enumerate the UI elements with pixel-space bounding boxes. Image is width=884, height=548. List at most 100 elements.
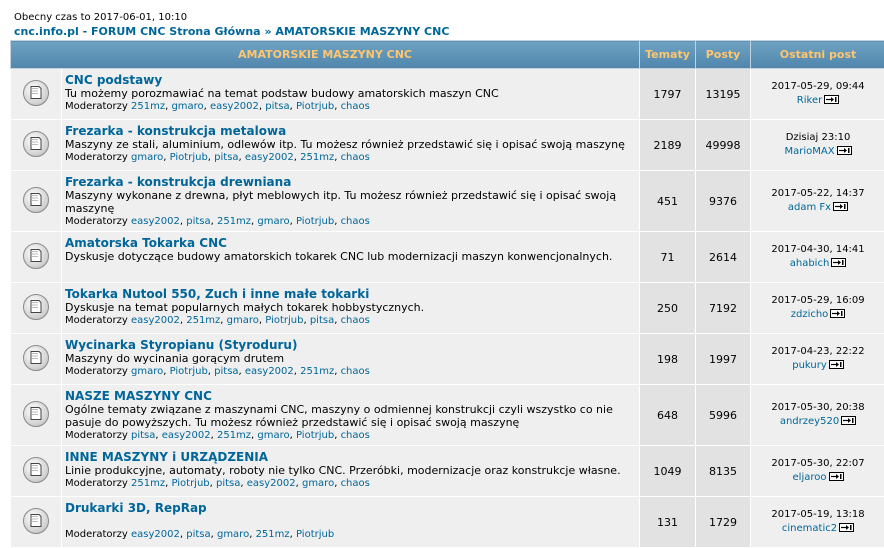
forum-folder-icon — [23, 187, 49, 213]
topics-count: 198 — [640, 334, 696, 385]
moderator-link[interactable]: chaos — [341, 101, 370, 112]
moderator-link[interactable]: easy2002 — [245, 366, 294, 377]
moderator-link[interactable]: gmaro — [227, 315, 259, 326]
last-post-user-link[interactable]: pukury — [792, 360, 827, 371]
breadcrumb-site-link[interactable]: cnc.info.pl - FORUM CNC Strona Główna — [14, 25, 261, 38]
topics-count: 2189 — [640, 120, 696, 171]
moderator-link[interactable]: pitsa — [186, 529, 210, 540]
last-post-user-link[interactable]: eljaroo — [793, 472, 827, 483]
moderator-link[interactable]: 251mz — [186, 315, 220, 326]
forum-description: Ogólne tematy związane z maszynami CNC, … — [65, 403, 636, 429]
table-header-row: AMATORSKIE MASZYNY CNC Tematy Posty Osta… — [11, 41, 884, 69]
moderator-link[interactable]: gmaro — [217, 529, 249, 540]
moderator-link[interactable]: gmaro — [131, 152, 163, 163]
breadcrumb-current-link[interactable]: AMATORSKIE MASZYNY CNC — [275, 25, 449, 38]
col-forum-header: AMATORSKIE MASZYNY CNC — [11, 41, 640, 69]
moderator-link[interactable]: easy2002 — [131, 315, 180, 326]
moderator-link[interactable]: Piotrjub — [296, 529, 334, 540]
moderator-link[interactable]: pitsa — [216, 478, 240, 489]
moderator-link[interactable]: Piotrjub — [171, 478, 209, 489]
moderator-link[interactable]: Piotrjub — [265, 315, 303, 326]
go-to-last-post-icon[interactable] — [837, 146, 852, 155]
moderator-link[interactable]: chaos — [341, 478, 370, 489]
moderator-link[interactable]: gmaro — [302, 478, 334, 489]
moderators-line: Moderatorzy gmaro, Piotrjub, pitsa, easy… — [65, 365, 636, 378]
moderator-link[interactable]: 251mz — [217, 216, 251, 227]
moderator-link[interactable]: pitsa — [131, 430, 155, 441]
last-post-date: 2017-04-23, 22:22 — [751, 345, 884, 359]
moderator-link[interactable]: easy2002 — [247, 478, 296, 489]
moderator-link[interactable]: Piotrjub — [296, 430, 334, 441]
moderator-link[interactable]: 251mz — [300, 366, 334, 377]
moderator-link[interactable]: chaos — [341, 366, 370, 377]
page-header: Obecny czas to 2017-06-01, 10:10 cnc.inf… — [14, 11, 449, 38]
moderator-link[interactable]: chaos — [341, 152, 370, 163]
moderator-link[interactable]: pitsa — [310, 315, 334, 326]
moderator-link[interactable]: easy2002 — [210, 101, 259, 112]
forum-name-link[interactable]: Frezarka - konstrukcja drewniana — [65, 175, 636, 189]
last-post-user-link[interactable]: andrzey520 — [780, 416, 839, 427]
forum-name-link[interactable]: CNC podstawy — [65, 73, 636, 87]
last-post-cell: 2017-05-30, 22:07eljaroo — [751, 446, 884, 497]
moderator-link[interactable]: chaos — [341, 430, 370, 441]
go-to-last-post-icon[interactable] — [841, 416, 856, 425]
forum-info-cell: NASZE MASZYNY CNCOgólne tematy związane … — [62, 385, 640, 446]
forum-name-link[interactable]: Amatorska Tokarka CNC — [65, 236, 636, 250]
moderator-link[interactable]: Piotrjub — [296, 216, 334, 227]
go-to-last-post-icon[interactable] — [831, 258, 846, 267]
moderator-link[interactable]: pitsa — [214, 152, 238, 163]
moderator-link[interactable]: gmaro — [131, 366, 163, 377]
forum-icon-cell — [11, 385, 62, 446]
forum-info-cell: INNE MASZYNY i URZĄDZENIALinie produkcyj… — [62, 446, 640, 497]
last-post-cell: 2017-05-30, 20:38andrzey520 — [751, 385, 884, 446]
forum-name-link[interactable]: NASZE MASZYNY CNC — [65, 389, 636, 403]
last-post-user-link[interactable]: Riker — [797, 95, 822, 106]
moderator-link[interactable]: Piotrjub — [170, 152, 208, 163]
last-post-user-link[interactable]: MarioMAX — [784, 146, 834, 157]
moderator-link[interactable]: 251mz — [300, 152, 334, 163]
forum-name-link[interactable]: Frezarka - konstrukcja metalowa — [65, 124, 636, 138]
moderator-link[interactable]: gmaro — [171, 101, 203, 112]
moderator-link[interactable]: gmaro — [257, 216, 289, 227]
moderator-link[interactable]: 251mz — [131, 101, 165, 112]
forum-folder-icon — [23, 243, 49, 269]
moderator-link[interactable]: 251mz — [256, 529, 290, 540]
moderator-link[interactable]: 251mz — [131, 478, 165, 489]
go-to-last-post-icon[interactable] — [833, 202, 848, 211]
last-post-user-link[interactable]: ahabich — [790, 258, 830, 269]
last-post-user-link[interactable]: adam Fx — [788, 202, 831, 213]
moderator-link[interactable]: Piotrjub — [296, 101, 334, 112]
forum-row: Frezarka - konstrukcja metalowaMaszyny z… — [11, 120, 884, 171]
moderator-link[interactable]: 251mz — [217, 430, 251, 441]
moderator-link[interactable]: gmaro — [257, 430, 289, 441]
moderator-link[interactable]: pitsa — [265, 101, 289, 112]
moderator-link[interactable]: easy2002 — [245, 152, 294, 163]
forum-icon-cell — [11, 69, 62, 120]
go-to-last-post-icon[interactable] — [839, 523, 854, 532]
forum-description: Maszyny wykonane z drewna, płyt meblowyc… — [65, 189, 636, 215]
moderator-link[interactable]: easy2002 — [131, 216, 180, 227]
moderator-link[interactable]: pitsa — [186, 216, 210, 227]
last-post-user-link[interactable]: zdzicho — [791, 309, 829, 320]
forum-name-link[interactable]: Drukarki 3D, RepRap — [65, 501, 636, 515]
col-posts-header: Posty — [696, 41, 751, 69]
topics-count: 648 — [640, 385, 696, 446]
go-to-last-post-icon[interactable] — [830, 309, 845, 318]
moderator-link[interactable]: chaos — [341, 315, 370, 326]
moderator-link[interactable]: chaos — [341, 216, 370, 227]
go-to-last-post-icon[interactable] — [824, 95, 839, 104]
last-post-user-link[interactable]: cinematic2 — [782, 523, 837, 534]
forum-description: Tu możemy porozmawiać na temat podstaw b… — [65, 87, 636, 100]
moderator-link[interactable]: Piotrjub — [170, 366, 208, 377]
forum-row: CNC podstawyTu możemy porozmawiać na tem… — [11, 69, 884, 120]
posts-count: 49998 — [696, 120, 751, 171]
forum-name-link[interactable]: Tokarka Nutool 550, Zuch i inne małe tok… — [65, 287, 636, 301]
moderator-link[interactable]: easy2002 — [162, 430, 211, 441]
go-to-last-post-icon[interactable] — [829, 360, 844, 369]
moderator-link[interactable]: easy2002 — [131, 529, 180, 540]
moderator-link[interactable]: pitsa — [214, 366, 238, 377]
forum-icon-cell — [11, 283, 62, 334]
forum-name-link[interactable]: INNE MASZYNY i URZĄDZENIA — [65, 450, 636, 464]
go-to-last-post-icon[interactable] — [829, 472, 844, 481]
forum-name-link[interactable]: Wycinarka Styropianu (Styroduru) — [65, 338, 636, 352]
